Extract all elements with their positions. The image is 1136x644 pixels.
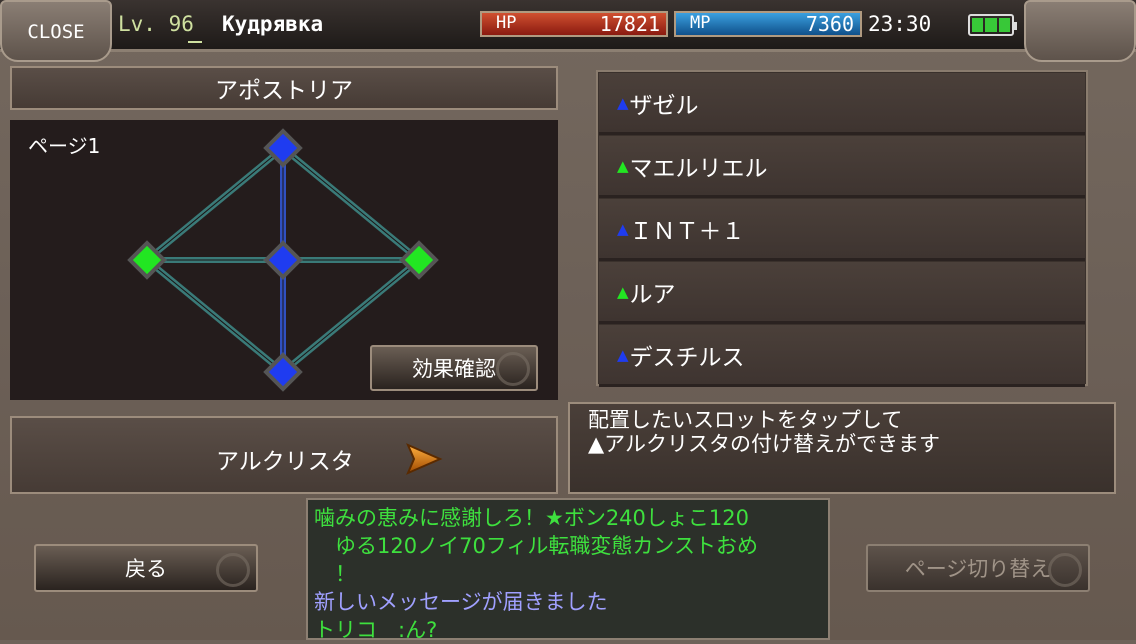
corner-decoration bbox=[1024, 0, 1136, 62]
swirl-icon bbox=[1048, 553, 1082, 587]
slot-name: マエルリエル bbox=[629, 155, 768, 182]
crysta-board: ページ1 効果確認 bbox=[10, 120, 558, 400]
slot-name: デスチルス bbox=[629, 344, 745, 371]
slot-item[interactable]: ▲ ザゼル bbox=[599, 73, 1085, 135]
slot-item[interactable]: ▲ デスチルス bbox=[599, 325, 1085, 387]
chat-log[interactable]: 噛みの恵みに感謝しろ！★ボン240しょこ120 ゆる120ノイ70フィル転職変態… bbox=[306, 498, 830, 642]
swirl-icon bbox=[216, 553, 250, 587]
clock: 23:30 bbox=[868, 12, 932, 36]
info-line: 配置したいスロットをタップして bbox=[588, 408, 903, 432]
triangle-icon: ▲ bbox=[617, 282, 629, 301]
player-level: Lv. 96 bbox=[118, 12, 194, 36]
triangle-icon: ▲ bbox=[617, 93, 629, 112]
slot-name: ルア bbox=[629, 281, 676, 308]
mp-label: MP bbox=[690, 13, 711, 33]
back-label: 戻る bbox=[125, 557, 167, 581]
effect-check-button[interactable]: 効果確認 bbox=[370, 345, 538, 391]
info-panel: 配置したいスロットをタップして ▲アルクリスタの付け替えができます bbox=[568, 402, 1116, 494]
play-arrow-icon[interactable] bbox=[404, 442, 444, 476]
crysta-selector: アルクリスタ bbox=[10, 416, 558, 494]
chat-line: ！ bbox=[314, 562, 356, 586]
chat-line: 噛みの恵みに感謝しろ！★ボン240しょこ120 bbox=[314, 506, 749, 530]
slot-name: ザゼル bbox=[629, 92, 699, 119]
mp-bar: MP 7360 bbox=[674, 11, 862, 37]
mp-value: 7360 bbox=[805, 12, 854, 36]
node-center[interactable] bbox=[263, 240, 303, 280]
page-switch-label: ページ切り替え bbox=[904, 557, 1052, 581]
slot-name: ＩＮＴ＋１ bbox=[629, 218, 745, 245]
triangle-icon: ▲ bbox=[617, 219, 629, 238]
hp-bar: HP 17821 bbox=[480, 11, 668, 37]
page-switch-button[interactable]: ページ切り替え bbox=[866, 544, 1090, 592]
triangle-icon: ▲ bbox=[617, 156, 629, 175]
triangle-icon: ▲ bbox=[617, 345, 629, 364]
crysta-label: アルクリスタ bbox=[216, 449, 354, 475]
chat-line: ゆる120ノイ70フィル転職変態カンストおめ bbox=[314, 534, 758, 558]
slot-list: ▲ ザゼル ▲ マエルリエル ▲ ＩＮＴ＋１ ▲ ルア ▲ デスチルス bbox=[596, 70, 1088, 387]
player-name: Кудрявка bbox=[222, 12, 324, 36]
effect-check-label: 効果確認 bbox=[412, 357, 496, 381]
info-line: ▲アルクリスタの付け替えができます bbox=[588, 432, 940, 456]
slot-item[interactable]: ▲ マエルリエル bbox=[599, 136, 1085, 198]
page-label: ページ1 bbox=[28, 134, 101, 158]
slot-item[interactable]: ▲ ルア bbox=[599, 262, 1085, 324]
hp-value: 17821 bbox=[599, 12, 660, 36]
battery-icon bbox=[968, 14, 1017, 36]
chat-line: 新しいメッセージが届きました bbox=[314, 590, 608, 614]
swirl-icon bbox=[496, 352, 530, 386]
close-button[interactable]: CLOSE bbox=[0, 0, 112, 62]
board-title: アポストリア bbox=[10, 66, 558, 110]
hp-label: HP bbox=[496, 13, 517, 33]
back-button[interactable]: 戻る bbox=[34, 544, 258, 592]
level-underline bbox=[188, 41, 202, 43]
slot-item[interactable]: ▲ ＩＮＴ＋１ bbox=[599, 199, 1085, 261]
